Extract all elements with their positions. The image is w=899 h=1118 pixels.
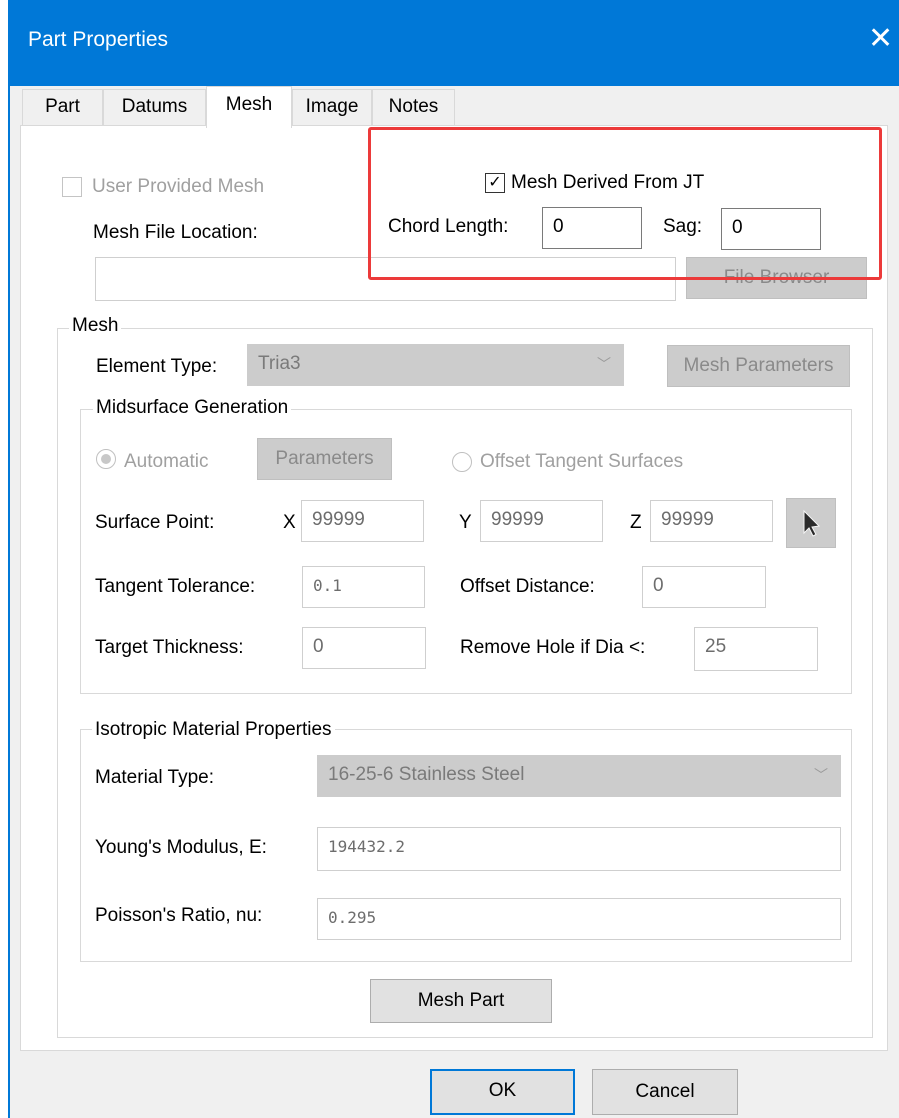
mesh-parameters-button[interactable]: Mesh Parameters	[667, 345, 850, 387]
material-type-label: Material Type:	[95, 767, 214, 788]
tangent-tolerance-input[interactable]: 0.1	[302, 566, 425, 608]
chevron-down-icon: ﹀	[814, 767, 828, 783]
surface-point-z-input[interactable]: 99999	[650, 500, 773, 542]
tab-mesh-label: Mesh	[225, 94, 273, 115]
x-label: X	[283, 512, 296, 533]
material-group-legend: Isotropic Material Properties	[92, 719, 335, 741]
cancel-button[interactable]: Cancel	[592, 1069, 738, 1115]
window-title: Part Properties	[28, 28, 169, 51]
tab-image[interactable]: Image	[292, 89, 372, 125]
z-label: Z	[630, 512, 642, 533]
mesh-part-button[interactable]: Mesh Part	[370, 979, 552, 1023]
material-type-select[interactable]: 16-25-6 Stainless Steel ﹀	[317, 755, 841, 797]
automatic-radio[interactable]	[96, 449, 116, 469]
highlight-annotation	[368, 127, 882, 280]
poissons-ratio-label: Poisson's Ratio, nu:	[95, 905, 263, 926]
automatic-label: Automatic	[124, 451, 209, 472]
midsurface-group-legend: Midsurface Generation	[93, 397, 292, 419]
parameters-button[interactable]: Parameters	[257, 438, 392, 480]
mesh-file-location-label: Mesh File Location:	[93, 222, 258, 243]
close-icon[interactable]: ✕	[868, 22, 893, 56]
tab-part[interactable]: Part	[22, 89, 103, 125]
pick-point-button[interactable]	[786, 498, 836, 548]
tab-mesh[interactable]: Mesh	[206, 86, 292, 128]
tangent-tolerance-label: Tangent Tolerance:	[95, 576, 256, 597]
surface-point-x-input[interactable]: 99999	[301, 500, 424, 542]
window-border	[8, 86, 10, 1118]
cursor-arrow-icon	[803, 509, 821, 537]
tab-datums[interactable]: Datums	[103, 89, 206, 125]
y-label: Y	[459, 512, 472, 533]
tab-notes[interactable]: Notes	[372, 89, 455, 125]
user-provided-mesh-checkbox[interactable]	[62, 177, 82, 197]
offset-distance-label: Offset Distance:	[460, 576, 595, 597]
offset-tangent-label: Offset Tangent Surfaces	[480, 451, 684, 472]
target-thickness-label: Target Thickness:	[95, 637, 244, 658]
remove-hole-input[interactable]: 25	[694, 627, 818, 671]
poissons-ratio-input[interactable]: 0.295	[317, 898, 841, 940]
chevron-down-icon: ﹀	[597, 356, 611, 372]
tab-image-label: Image	[305, 96, 359, 117]
surface-point-label: Surface Point:	[95, 512, 215, 533]
element-type-label: Element Type:	[96, 356, 218, 377]
surface-point-y-input[interactable]: 99999	[480, 500, 603, 542]
offset-distance-input[interactable]: 0	[642, 566, 766, 608]
tab-notes-label: Notes	[388, 96, 439, 117]
tab-part-label: Part	[45, 96, 80, 117]
youngs-modulus-input[interactable]: 194432.2	[317, 827, 841, 871]
offset-tangent-radio[interactable]	[452, 452, 472, 472]
target-thickness-input[interactable]: 0	[302, 627, 426, 669]
youngs-modulus-label: Young's Modulus, E:	[95, 837, 267, 858]
material-type-value: 16-25-6 Stainless Steel	[328, 764, 525, 785]
tab-datums-label: Datums	[121, 96, 188, 117]
ok-button[interactable]: OK	[430, 1069, 575, 1115]
user-provided-mesh-label: User Provided Mesh	[92, 176, 265, 197]
element-type-value: Tria3	[258, 353, 301, 374]
remove-hole-label: Remove Hole if Dia <:	[460, 637, 646, 658]
element-type-select[interactable]: Tria3 ﹀	[247, 344, 624, 386]
mesh-group-legend: Mesh	[69, 315, 122, 337]
